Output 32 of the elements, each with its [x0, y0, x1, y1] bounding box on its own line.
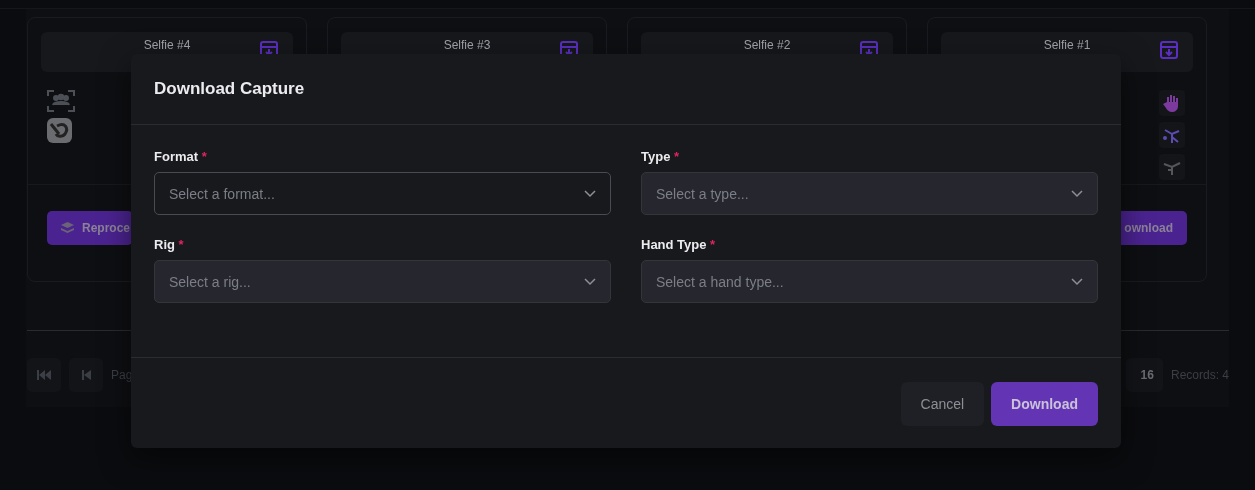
- chevron-down-icon: [1071, 189, 1083, 198]
- reprocess-button[interactable]: Reproce: [47, 211, 133, 245]
- previous-page-button[interactable]: [69, 358, 103, 392]
- select-field[interactable]: Select a hand type...: [641, 260, 1098, 303]
- layers-icon: [61, 222, 74, 234]
- download-button[interactable]: Download: [991, 382, 1098, 426]
- field-label: Type *: [641, 149, 681, 164]
- chevron-down-icon: [1071, 277, 1083, 286]
- group-scan-icon: [47, 90, 75, 112]
- figure-icon: [1159, 154, 1185, 180]
- previous-page-icon: [81, 370, 91, 380]
- first-page-icon: [37, 370, 51, 380]
- field-label: Hand Type *: [641, 237, 717, 252]
- select-field[interactable]: Select a format...: [154, 172, 611, 215]
- first-page-button[interactable]: [27, 358, 61, 392]
- hand-icon: [1159, 90, 1185, 116]
- field-label: Rig *: [154, 237, 185, 252]
- last-page-button[interactable]: 16: [1125, 358, 1163, 392]
- field-label: Format *: [154, 149, 208, 164]
- chevron-down-icon: [584, 277, 596, 286]
- logo-icon: [47, 118, 72, 143]
- figure-sparkle-icon: [1159, 122, 1185, 148]
- download-icon[interactable]: [1159, 40, 1179, 60]
- chevron-down-icon: [584, 189, 596, 198]
- cancel-button[interactable]: Cancel: [900, 382, 985, 426]
- select-field[interactable]: Select a type...: [641, 172, 1098, 215]
- card-title: Selfie #4: [143, 38, 191, 52]
- dialog-title: Download Capture: [154, 79, 305, 99]
- card-title: Selfie #2: [743, 38, 791, 52]
- select-field[interactable]: Select a rig...: [154, 260, 611, 303]
- card-title: Selfie #3: [443, 38, 491, 52]
- card-title: Selfie #1: [1043, 38, 1091, 52]
